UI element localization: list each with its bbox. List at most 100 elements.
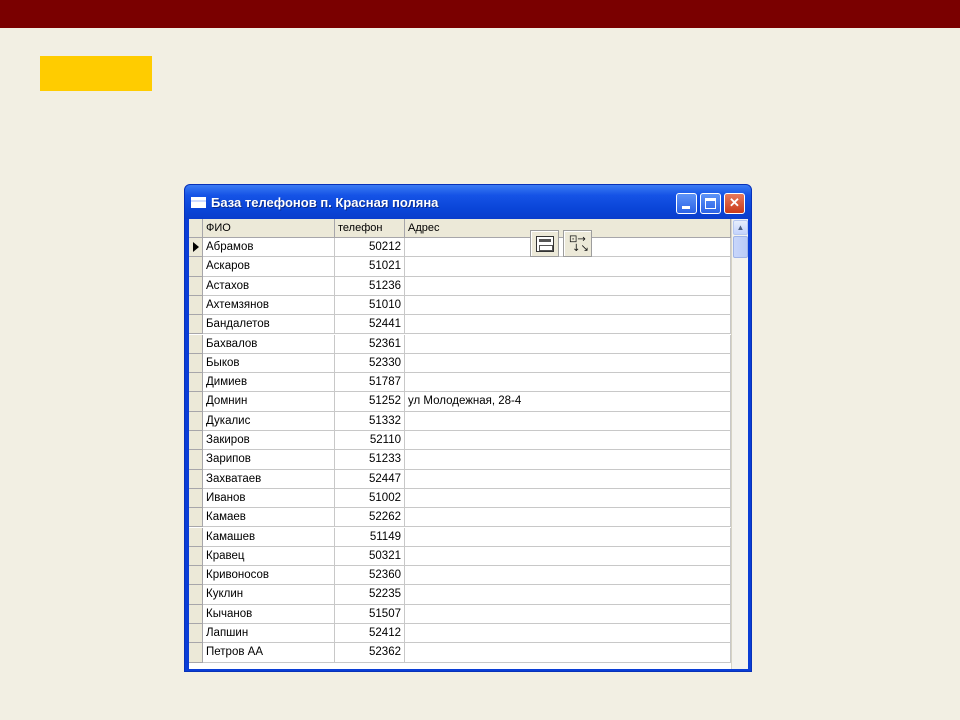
cell-fio[interactable]: Бандалетов (203, 315, 335, 335)
cell-address[interactable] (405, 624, 731, 644)
record-selector[interactable] (189, 257, 203, 277)
table-row[interactable]: Лапшин 52412 (189, 624, 731, 644)
table-row[interactable]: Бандалетов 52441 (189, 315, 731, 335)
record-selector[interactable] (189, 488, 203, 509)
record-selector[interactable] (189, 431, 203, 451)
cell-phone[interactable]: 52447 (335, 469, 405, 489)
cell-fio[interactable]: Бахвалов (203, 334, 335, 354)
table-row[interactable]: Камаев 52262 (189, 508, 731, 528)
cell-address[interactable] (405, 566, 731, 586)
cell-phone[interactable]: 51252 (335, 392, 405, 412)
cell-address[interactable] (405, 276, 731, 296)
record-selector[interactable] (189, 276, 203, 296)
table-row[interactable]: Куклин 52235 (189, 585, 731, 605)
header-record-selector[interactable] (189, 219, 203, 238)
table-row[interactable]: Дукалис 51332 (189, 411, 731, 431)
table-row[interactable]: Кравец 50321 (189, 546, 731, 567)
record-selector[interactable] (189, 624, 203, 644)
record-selector[interactable] (189, 643, 203, 663)
cell-phone[interactable]: 51002 (335, 488, 405, 509)
cell-phone[interactable]: 52441 (335, 315, 405, 335)
cell-address[interactable] (405, 334, 731, 354)
table-row[interactable]: Петров АА 52362 (189, 643, 731, 663)
record-selector[interactable] (189, 353, 203, 374)
table-row[interactable]: Абрамов 50212 (189, 238, 731, 258)
cell-address[interactable] (405, 585, 731, 605)
cell-fio[interactable]: Захватаев (203, 469, 335, 489)
table-row[interactable]: Быков 52330 (189, 353, 731, 374)
close-button[interactable]: ✕ (724, 193, 745, 214)
cell-address[interactable] (405, 643, 731, 663)
table-row[interactable]: Захватаев 52447 (189, 469, 731, 489)
cell-fio[interactable]: Закиров (203, 431, 335, 451)
column-header-phone[interactable]: телефон (335, 219, 405, 238)
cell-address[interactable] (405, 257, 731, 277)
scroll-thumb[interactable] (733, 236, 748, 258)
cell-fio[interactable]: Зарипов (203, 450, 335, 470)
cell-phone[interactable]: 52412 (335, 624, 405, 644)
table-row[interactable]: Кривоносов 52360 (189, 566, 731, 586)
cell-phone[interactable]: 51507 (335, 604, 405, 624)
record-selector[interactable] (189, 295, 203, 316)
cell-fio[interactable]: Кычанов (203, 604, 335, 624)
cell-phone[interactable]: 52361 (335, 334, 405, 354)
table-row[interactable]: Аскаров 51021 (189, 257, 731, 277)
record-selector[interactable] (189, 527, 203, 547)
table-row[interactable]: Бахвалов 52361 (189, 334, 731, 354)
cell-address[interactable] (405, 508, 731, 528)
cell-address[interactable] (405, 488, 731, 509)
cell-phone[interactable]: 52262 (335, 508, 405, 528)
cell-address[interactable] (405, 295, 731, 316)
record-selector[interactable] (189, 315, 203, 335)
label-tool-button[interactable] (530, 230, 559, 257)
cell-phone[interactable]: 51332 (335, 411, 405, 431)
scroll-up-button[interactable]: ▲ (733, 220, 748, 235)
record-selector[interactable] (189, 604, 203, 624)
table-row[interactable]: Камашев 51149 (189, 527, 731, 547)
minimize-button[interactable] (676, 193, 697, 214)
cell-fio[interactable]: Домнин (203, 392, 335, 412)
cell-phone[interactable]: 51233 (335, 450, 405, 470)
table-row[interactable]: Иванов 51002 (189, 488, 731, 509)
table-row[interactable]: Димиев 51787 (189, 373, 731, 393)
cell-phone[interactable]: 52360 (335, 566, 405, 586)
cell-fio[interactable]: Абрамов (203, 238, 335, 258)
field-list-button[interactable]: ⊡→ ↓↘ (563, 230, 592, 257)
record-selector[interactable] (189, 546, 203, 567)
record-selector[interactable] (189, 392, 203, 412)
cell-phone[interactable]: 52362 (335, 643, 405, 663)
cell-address[interactable] (405, 315, 731, 335)
record-selector[interactable] (189, 334, 203, 354)
cell-address[interactable] (405, 353, 731, 374)
cell-fio[interactable]: Камашев (203, 527, 335, 547)
window-titlebar[interactable]: База телефонов п. Красная поляна ✕ (185, 185, 751, 219)
cell-fio[interactable]: Кривоносов (203, 566, 335, 586)
table-row[interactable]: Ахтемзянов 51010 (189, 295, 731, 316)
record-selector[interactable] (189, 238, 203, 258)
cell-address[interactable] (405, 604, 731, 624)
cell-phone[interactable]: 52110 (335, 431, 405, 451)
cell-fio[interactable]: Астахов (203, 276, 335, 296)
cell-fio[interactable]: Быков (203, 353, 335, 374)
table-row[interactable]: Кычанов 51507 (189, 604, 731, 624)
cell-fio[interactable]: Петров АА (203, 643, 335, 663)
cell-phone[interactable]: 50321 (335, 546, 405, 567)
cell-phone[interactable]: 52235 (335, 585, 405, 605)
record-selector[interactable] (189, 585, 203, 605)
cell-phone[interactable]: 51787 (335, 373, 405, 393)
cell-address[interactable] (405, 411, 731, 431)
cell-address[interactable] (405, 450, 731, 470)
cell-address[interactable] (405, 373, 731, 393)
table-row[interactable]: Домнин 51252 ул Молодежная, 28-4 (189, 392, 731, 412)
cell-phone[interactable]: 51021 (335, 257, 405, 277)
table-row[interactable]: Закиров 52110 (189, 431, 731, 451)
record-selector[interactable] (189, 411, 203, 431)
cell-fio[interactable]: Кравец (203, 546, 335, 567)
cell-fio[interactable]: Дукалис (203, 411, 335, 431)
column-header-fio[interactable]: ФИО (203, 219, 335, 238)
cell-fio[interactable]: Ахтемзянов (203, 295, 335, 316)
table-row[interactable]: Астахов 51236 (189, 276, 731, 296)
cell-address[interactable]: ул Молодежная, 28-4 (405, 392, 731, 412)
cell-fio[interactable]: Лапшин (203, 624, 335, 644)
cell-phone[interactable]: 51236 (335, 276, 405, 296)
